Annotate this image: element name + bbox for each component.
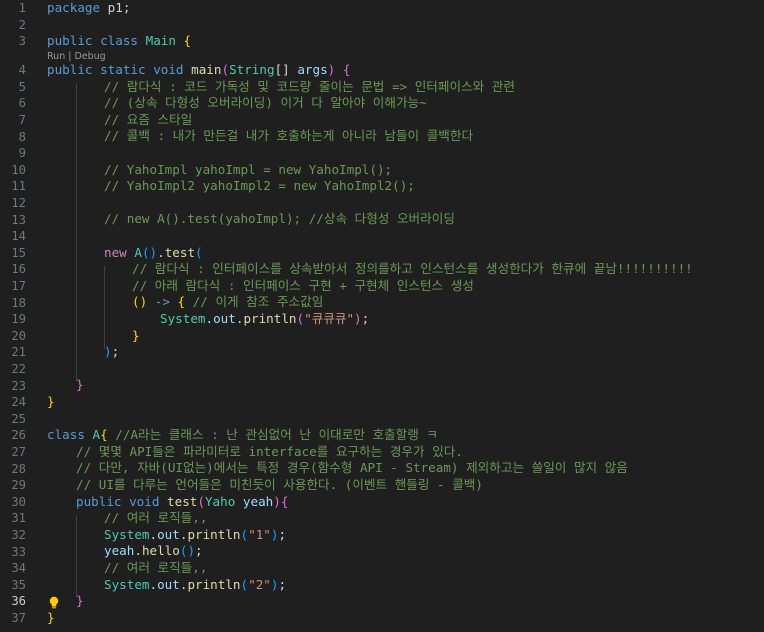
code-line-34: // 여러 로직들,, [104,560,208,575]
code-line-24: } [47,394,55,409]
code-line-19: System.out.println("큐큐큐"); [160,311,370,326]
line-number: 6 [18,96,26,111]
line-number: 3 [18,34,26,49]
code-line-18: () -> { // 이게 참조 주소값임 [132,294,324,310]
line-number: 2 [18,17,26,32]
indent-guide [76,515,77,598]
code-line-35: System.out.println("2"); [104,576,287,592]
line-number: 5 [18,79,26,94]
line-number: 30 [11,494,26,509]
line-number: 29 [11,478,26,493]
code-line-32: System.out.println("1"); [104,526,287,542]
code-line-15: new A().test( [104,244,203,260]
code-line-33: yeah.hello(); [104,543,203,559]
line-number: 26 [11,428,26,443]
code-line-4: public static void main(String[] args) { [47,62,351,77]
line-number: 7 [18,113,26,127]
code-line-23: } [76,377,84,393]
line-number: 34 [11,561,26,576]
line-number: 19 [11,312,26,327]
code-line-21: ); [104,344,120,360]
line-number: 10 [11,162,26,177]
line-number: 25 [11,411,26,426]
code-editor[interactable]: 1 2 3 4 5 6 7 8 9 10 11 12 13 14 15 16 17 18 19 20 21 22 23 24 2… [0,0,764,632]
line-number: 17 [11,279,26,293]
line-number: 22 [11,362,26,376]
code-line-26: class A{ //A라는 클래스 : 난 관심없어 난 이대로만 호출할랭 … [47,427,439,443]
line-number: 20 [11,328,26,343]
line-number: 28 [11,461,26,476]
code-line-31: // 여러 로직들,, [104,510,208,526]
code-line-37: } [47,609,55,625]
line-number: 35 [11,577,26,592]
line-number: 33 [11,544,26,559]
line-number: 31 [11,511,26,526]
codelens-run[interactable]: Run [47,51,65,62]
line-number: 12 [11,196,26,210]
line-number: 32 [11,528,26,542]
line-number: 24 [11,395,26,410]
code-line-6: // (상속 다형성 오버라이딩) 이거 다 알아야 이해가능~ [104,95,427,111]
indent-guide [104,266,105,349]
codelens-debug[interactable]: Debug [74,51,105,62]
line-number: 18 [11,295,26,310]
line-number: 1 [18,1,26,15]
line-number: 13 [11,212,26,227]
lightbulb-icon[interactable] [48,596,60,610]
indent-guide [76,83,77,382]
code-line-29: // UI를 다루는 언어들은 미친듯이 사용한다. (이벤트 핸들링 - 콜백… [76,477,483,492]
code-line-8: // 콜백 : 내가 만든걸 내가 호출하는게 아니라 남들이 콜백한다 [104,128,474,144]
code-line-28: // 다만, 자바(UI없는)에서는 특정 경우(함수형 API - Strea… [76,460,628,476]
code-line-7: // 요즘 스타일 [104,111,193,127]
line-number: 8 [18,129,26,144]
line-number: 9 [18,146,26,161]
code-line-17: // 아래 람다식 : 인터페이스 구현 + 구현체 인스턴스 생성 [132,277,474,293]
line-number-gutter: 1 2 3 4 5 6 7 8 9 10 11 12 13 14 15 16 17 18 19 20 21 22 23 24 2… [0,0,36,632]
line-number: 11 [11,179,26,194]
code-line-13: // new A().test(yahoImpl); //상속 다형성 오버라이… [104,211,455,227]
code-line-30: public void test(Yaho yeah){ [76,493,289,509]
code-line-27: // 몇몇 API들은 파라미터로 interface를 요구하는 경우가 있다… [76,443,463,459]
code-line-5: // 람다식 : 코드 가독성 및 코드량 줄이는 문법 => 인터페이스와 관… [104,78,515,94]
line-number: 16 [11,262,26,277]
code-line-10: // YahoImpl yahoImpl = new YahoImpl(); [104,161,393,177]
line-number: 37 [11,611,26,625]
line-number: 27 [11,445,26,459]
code-line-20: } [132,327,140,343]
line-number: 14 [11,229,26,244]
code-line-3: public class Main { [47,33,192,49]
code-line-1: package p1; [47,0,131,15]
line-number: 4 [18,63,26,78]
line-number: 15 [11,245,26,260]
line-number: 36 [11,594,26,609]
line-number: 23 [11,378,26,393]
code-line-16: // 람다식 : 인터페이스를 상속받아서 정의를하고 인스턴스를 생성한다가 … [132,261,693,277]
code-line-36: } [76,593,84,609]
code-line-11: // YahoImpl2 yahoImpl2 = new YahoImpl2()… [104,178,415,194]
line-number: 21 [11,345,26,360]
